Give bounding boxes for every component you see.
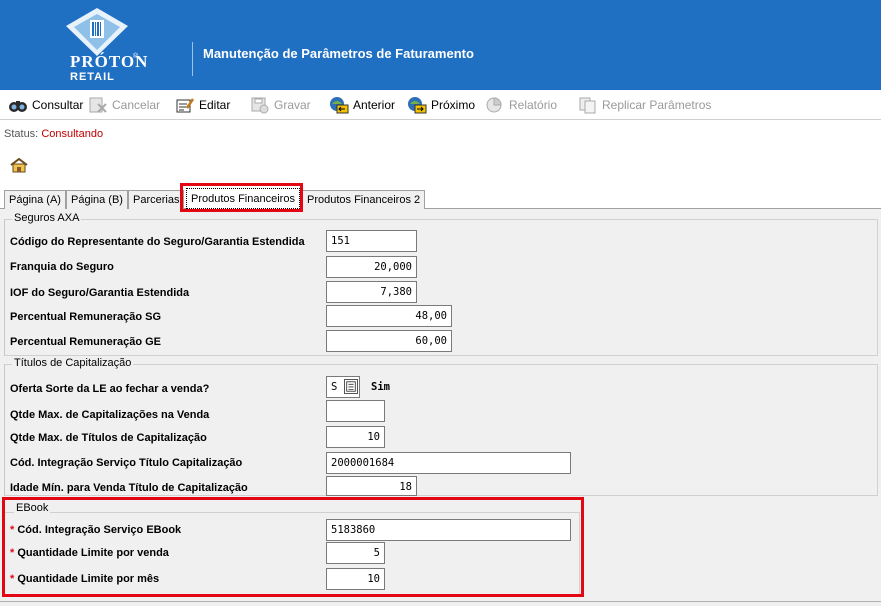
qtde-titulos-field[interactable]: 10 bbox=[326, 426, 385, 448]
page-title: Manutenção de Parâmetros de Faturamento bbox=[203, 46, 474, 61]
tab-pagina-a[interactable]: Página (A) bbox=[4, 190, 66, 209]
status-value: Consultando bbox=[41, 128, 104, 140]
binoculars-icon bbox=[9, 101, 27, 112]
tab-pagina-b[interactable]: Página (B) bbox=[66, 190, 128, 209]
toolbar: Consultar Cancelar Editar Gravar Anterio… bbox=[0, 90, 881, 120]
logo-registered: ® bbox=[133, 53, 139, 60]
cod-integracao-titulo-label: Cód. Integração Serviço Título Capitaliz… bbox=[10, 457, 243, 469]
oferta-sorte-label: Oferta Sorte da LE ao fechar a venda? bbox=[10, 383, 210, 395]
proximo-label: Próximo bbox=[431, 98, 476, 112]
consultar-label: Consultar bbox=[32, 98, 84, 112]
tab-produtos-financeiros-2[interactable]: Produtos Financeiros 2 bbox=[302, 190, 426, 209]
replicar-parametros-button[interactable]: Replicar Parâmetros bbox=[578, 95, 711, 115]
app-header: PRÓTON ® RETAIL Manutenção de Parâmetros… bbox=[0, 0, 881, 90]
iof-label: IOF do Seguro/Garantia Estendida bbox=[10, 287, 190, 299]
highlight-box-tab bbox=[180, 183, 303, 212]
editar-button[interactable]: Editar bbox=[175, 95, 230, 115]
status-line: Status: Consultando bbox=[4, 128, 103, 140]
cod-representante-label: Código do Representante do Seguro/Garant… bbox=[10, 236, 305, 248]
perc-ge-label: Percentual Remuneração GE bbox=[10, 336, 162, 348]
tab-parcerias[interactable]: Parcerias bbox=[128, 190, 185, 209]
report-icon bbox=[486, 97, 502, 113]
group-title-seguros-axa: Seguros AXA bbox=[12, 212, 82, 224]
logo-text-retail: RETAIL bbox=[70, 71, 115, 83]
anterior-button[interactable]: Anterior bbox=[329, 95, 395, 115]
header-divider bbox=[192, 42, 193, 76]
iof-field[interactable]: 7,380 bbox=[326, 281, 417, 303]
qtde-capitalizacoes-label: Qtde Max. de Capitalizações na Venda bbox=[10, 409, 210, 421]
cancel-icon bbox=[89, 97, 107, 113]
perc-ge-field[interactable]: 60,00 bbox=[326, 330, 452, 352]
replicate-icon bbox=[579, 97, 596, 114]
relatorio-button[interactable]: Relatório bbox=[485, 95, 557, 115]
next-icon bbox=[408, 97, 427, 114]
cod-representante-field[interactable]: 151 bbox=[326, 230, 417, 252]
idade-minima-field[interactable]: 18 bbox=[326, 476, 417, 496]
proton-retail-logo: PRÓTON ® RETAIL bbox=[54, 6, 147, 88]
oferta-sorte-desc: Sim bbox=[371, 381, 390, 393]
lookup-list-icon[interactable] bbox=[344, 379, 358, 394]
gravar-button[interactable]: Gravar bbox=[250, 95, 311, 115]
home-icon[interactable] bbox=[10, 157, 28, 173]
highlight-box-ebook bbox=[2, 497, 584, 597]
qtde-capitalizacoes-field[interactable] bbox=[326, 400, 385, 422]
save-icon bbox=[251, 97, 269, 114]
cancelar-label: Cancelar bbox=[112, 98, 161, 112]
perc-sg-field[interactable]: 48,00 bbox=[326, 305, 452, 327]
franquia-field[interactable]: 20,000 bbox=[326, 256, 417, 278]
relatorio-label: Relatório bbox=[509, 98, 558, 112]
perc-sg-label: Percentual Remuneração SG bbox=[10, 311, 162, 323]
previous-icon bbox=[330, 97, 349, 114]
consultar-button[interactable]: Consultar bbox=[8, 95, 83, 115]
status-label: Status: bbox=[4, 128, 39, 140]
proximo-button[interactable]: Próximo bbox=[407, 95, 475, 115]
qtde-titulos-label: Qtde Max. de Títulos de Capitalização bbox=[10, 432, 207, 444]
replicar-label: Replicar Parâmetros bbox=[602, 98, 712, 112]
anterior-label: Anterior bbox=[353, 98, 396, 112]
idade-minima-label: Idade Mín. para Venda Título de Capitali… bbox=[10, 482, 248, 494]
edit-icon bbox=[176, 98, 195, 113]
gravar-label: Gravar bbox=[274, 98, 311, 112]
tab-bar: Página (A) Página (B) Parcerias Produtos… bbox=[0, 188, 881, 209]
cod-integracao-titulo-field[interactable]: 2000001684 bbox=[326, 452, 571, 474]
cancelar-button[interactable]: Cancelar bbox=[88, 95, 160, 115]
editar-label: Editar bbox=[199, 98, 231, 112]
bottom-divider bbox=[0, 601, 881, 602]
franquia-label: Franquia do Seguro bbox=[10, 261, 114, 273]
group-title-titulos: Títulos de Capitalização bbox=[12, 357, 134, 369]
